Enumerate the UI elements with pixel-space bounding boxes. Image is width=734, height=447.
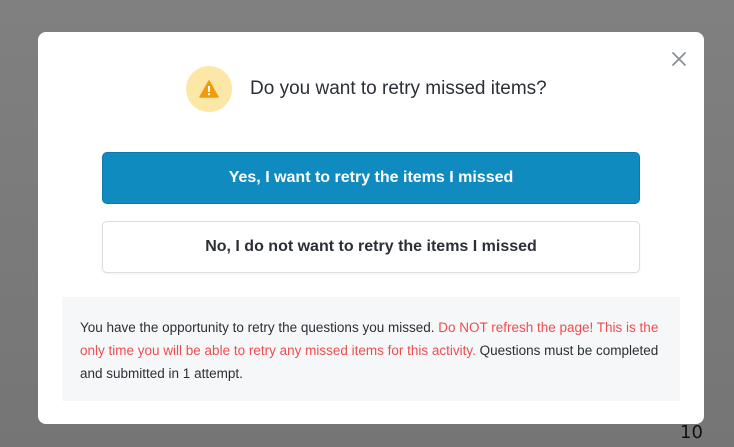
retry-no-button[interactable]: No, I do not want to retry the items I m… bbox=[102, 221, 640, 273]
retry-dialog: Do you want to retry missed items? Yes, … bbox=[38, 32, 704, 424]
retry-yes-button[interactable]: Yes, I want to retry the items I missed bbox=[102, 152, 640, 204]
page-number: 10 bbox=[680, 422, 703, 443]
dialog-title: Do you want to retry missed items? bbox=[250, 78, 547, 99]
notice-text: You have the opportunity to retry the qu… bbox=[80, 320, 439, 335]
close-icon[interactable] bbox=[670, 50, 688, 68]
retry-notice: You have the opportunity to retry the qu… bbox=[62, 297, 680, 401]
dialog-header: Do you want to retry missed items? bbox=[186, 66, 547, 112]
warning-icon bbox=[186, 66, 232, 112]
